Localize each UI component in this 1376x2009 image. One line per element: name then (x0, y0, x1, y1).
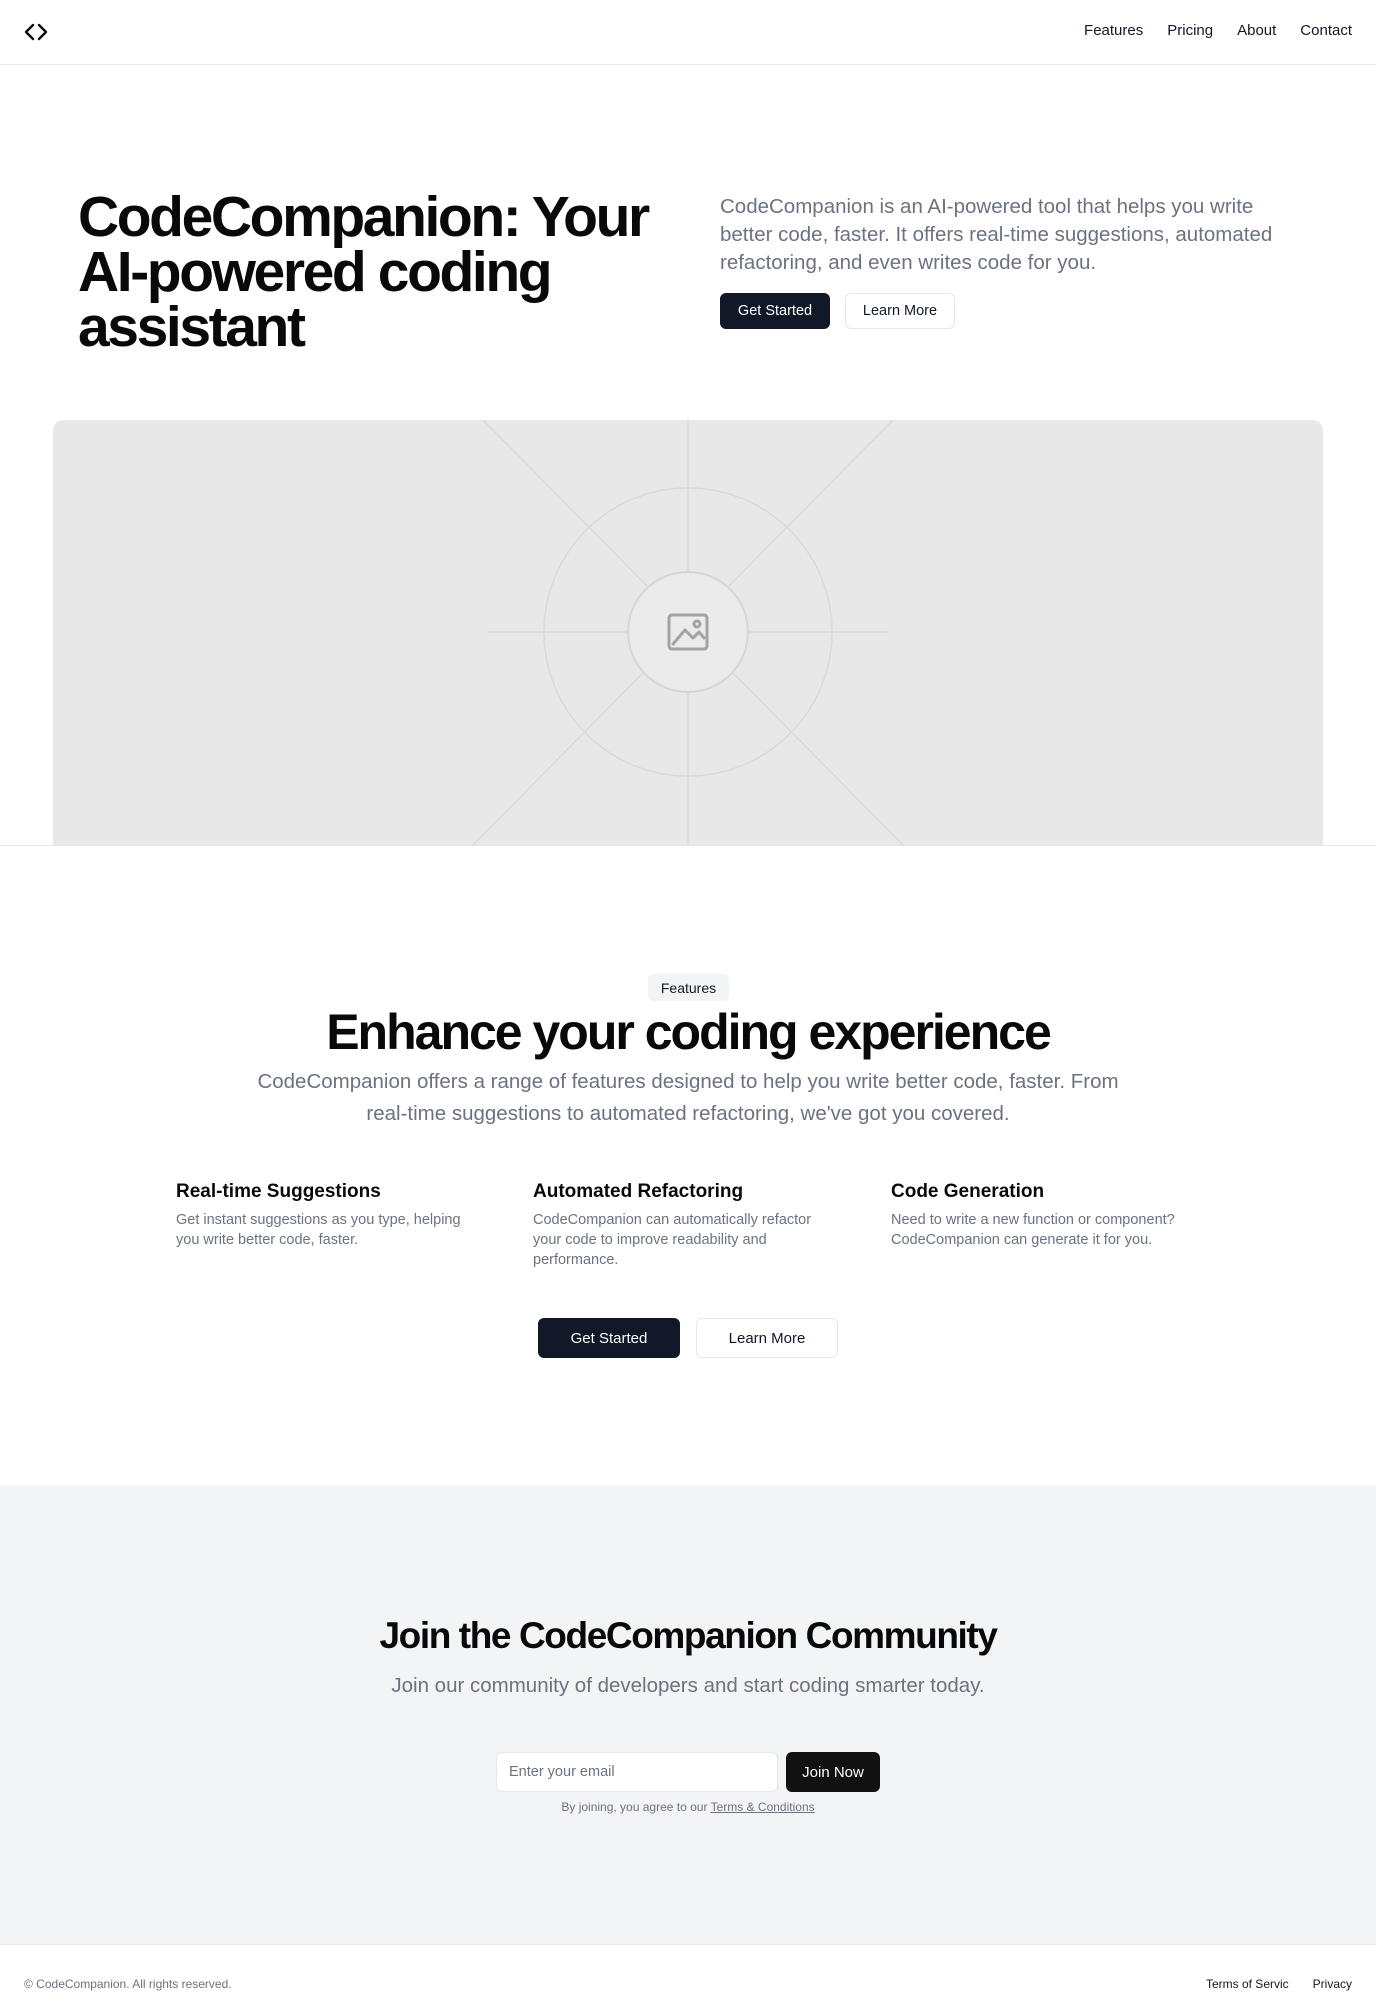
feature-text: CodeCompanion can automatically refactor… (533, 1212, 812, 1268)
feature-card-suggestions: Real-time Suggestions Get instant sugges… (176, 1180, 476, 1250)
nav-link-about[interactable]: About (1237, 22, 1276, 39)
features-description: CodeCompanion offers a range of features… (257, 1070, 1119, 1125)
features-get-started-button[interactable]: Get Started (538, 1318, 680, 1358)
terms-conditions-link[interactable]: Terms & Conditions (711, 1800, 815, 1814)
community-section (0, 1486, 1376, 1944)
nav-link-pricing[interactable]: Pricing (1167, 22, 1213, 39)
hero-description: CodeCompanion is an AI-powered tool that… (720, 195, 1273, 274)
image-placeholder-icon (472, 420, 904, 845)
hero-learn-more-button[interactable]: Learn More (845, 293, 955, 329)
footer-link-privacy[interactable]: Privacy (1313, 1977, 1352, 1991)
code-brackets-icon[interactable] (24, 21, 48, 43)
feature-card-code-generation: Code Generation Need to write a new func… (891, 1180, 1191, 1250)
terms-note: By joining, you agree to our Terms & Con… (0, 1799, 1376, 1815)
footer-link-terms[interactable]: Terms of Servic (1206, 1977, 1289, 1991)
footer-links: Terms of Servic Privacy (1206, 1977, 1352, 1991)
features-badge: Features (648, 974, 729, 1001)
nav-link-contact[interactable]: Contact (1300, 22, 1352, 39)
feature-title: Real-time Suggestions (176, 1181, 381, 1202)
feature-card-refactoring: Automated Refactoring CodeCompanion can … (533, 1180, 833, 1270)
hero-title: CodeCompanion: Your AI-powered coding as… (78, 185, 650, 359)
features-title: Enhance your coding experience (326, 1004, 1052, 1060)
hero-image-placeholder (53, 420, 1323, 845)
features-learn-more-button[interactable]: Learn More (696, 1318, 838, 1358)
main-nav: Features Pricing About Contact (1084, 22, 1352, 39)
section-divider (0, 845, 1376, 846)
nav-link-features[interactable]: Features (1084, 22, 1143, 39)
site-header: Features Pricing About Contact (0, 0, 1376, 65)
hero-get-started-button[interactable]: Get Started (720, 293, 830, 329)
community-description: Join our community of developers and sta… (391, 1674, 985, 1697)
join-now-button[interactable]: Join Now (786, 1752, 880, 1792)
feature-text: Need to write a new function or componen… (891, 1212, 1175, 1248)
email-input[interactable] (496, 1752, 778, 1792)
feature-title: Automated Refactoring (533, 1181, 744, 1202)
feature-text: Get instant suggestions as you type, hel… (176, 1212, 461, 1248)
feature-title: Code Generation (891, 1181, 1045, 1202)
copyright-text: © CodeCompanion. All rights reserved. (24, 1977, 232, 1991)
terms-prefix: By joining, you agree to our (561, 1800, 708, 1814)
community-title: Join the CodeCompanion Community (379, 1615, 997, 1656)
site-footer: © CodeCompanion. All rights reserved. Te… (0, 1944, 1376, 2009)
